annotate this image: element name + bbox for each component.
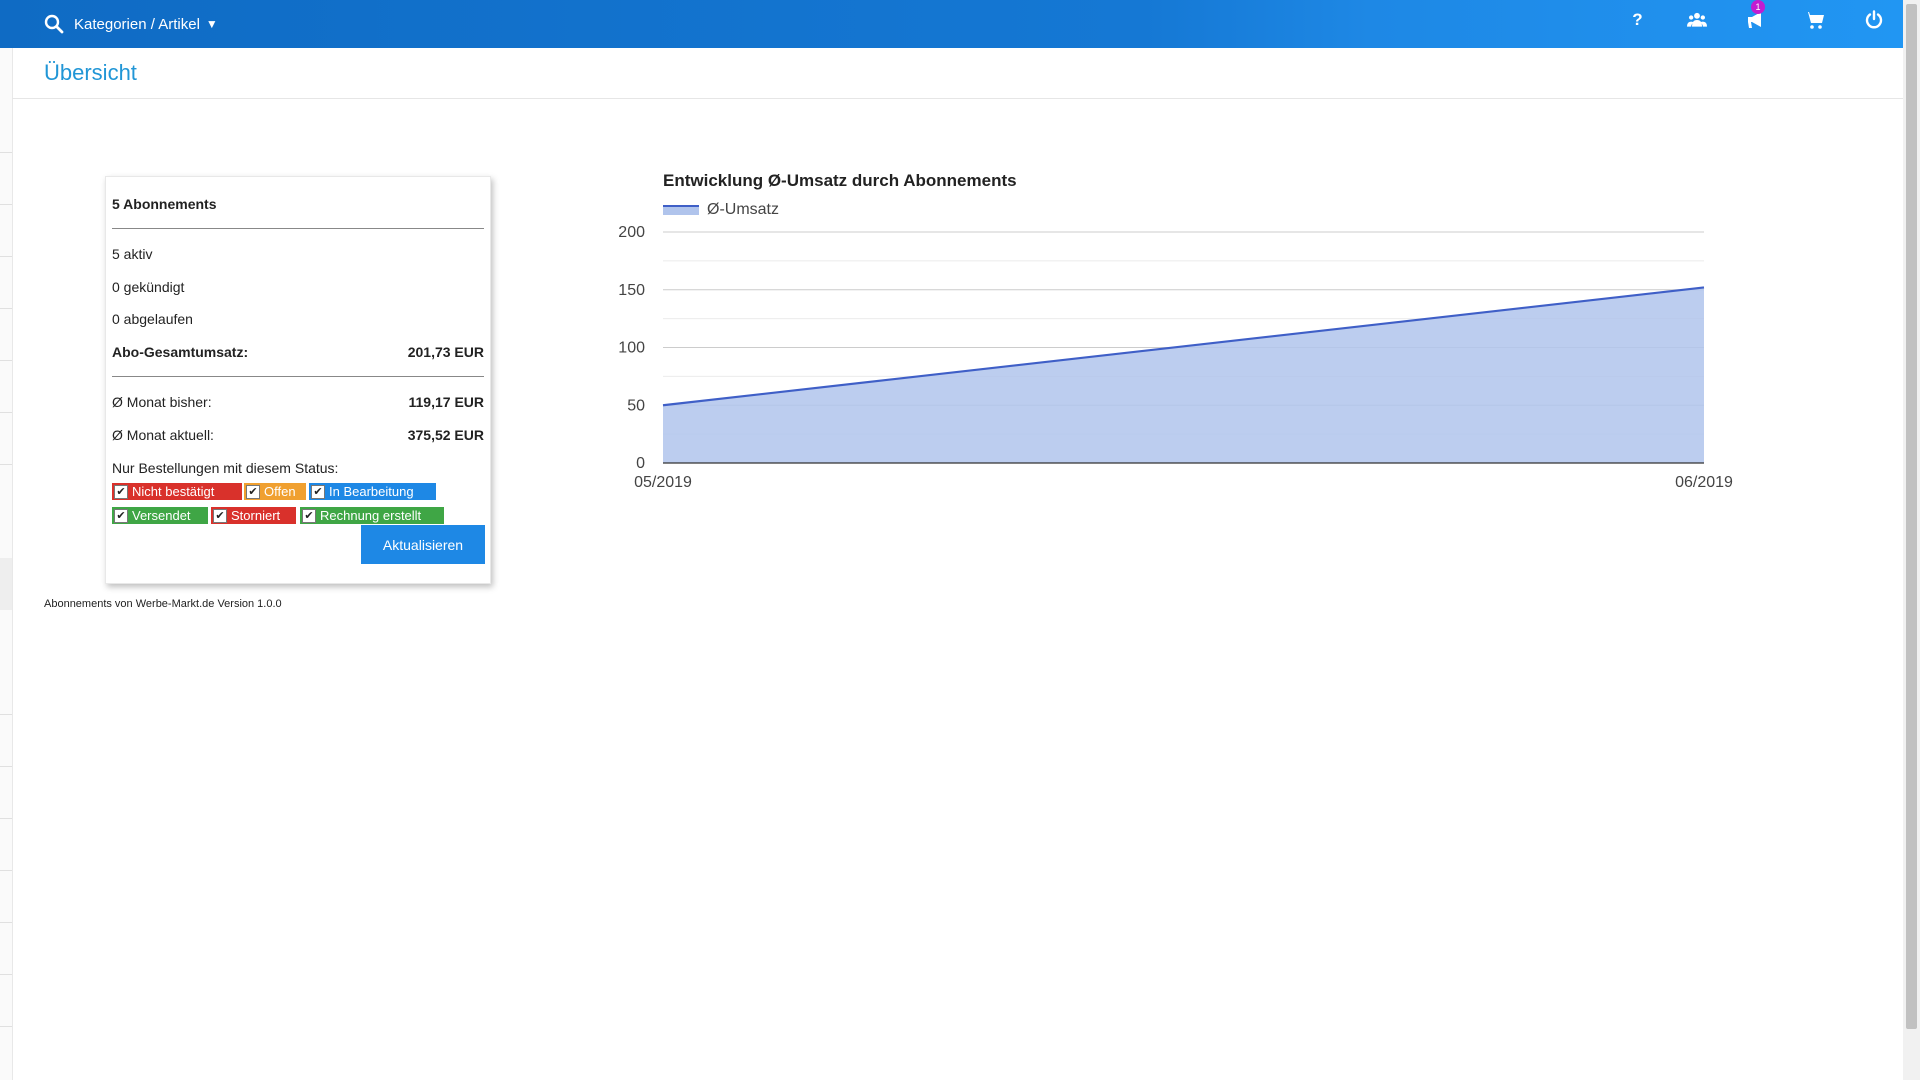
avg-current-value: 375,52 EUR bbox=[407, 427, 484, 443]
sidebar-divider bbox=[0, 308, 12, 309]
chevron-down-icon: ▼ bbox=[205, 17, 218, 31]
checkbox-checked-icon[interactable]: ✔ bbox=[302, 508, 316, 523]
card-divider bbox=[112, 376, 484, 377]
status-toggle-rechnung-erstellt[interactable]: ✔ Rechnung erstellt bbox=[300, 507, 444, 524]
update-button[interactable]: Aktualisieren bbox=[361, 525, 485, 564]
sidebar-divider bbox=[0, 204, 12, 205]
status-toggle-nicht-bestaetigt[interactable]: ✔ Nicht bestätigt bbox=[112, 483, 242, 500]
power-icon bbox=[1865, 10, 1882, 29]
status-label: Nicht bestätigt bbox=[132, 484, 215, 499]
cart-button[interactable] bbox=[1785, 0, 1844, 40]
avg-past-label: Ø Monat bisher: bbox=[112, 394, 212, 410]
checkbox-checked-icon[interactable]: ✔ bbox=[311, 484, 325, 499]
title-divider bbox=[12, 98, 1903, 99]
sidebar-divider bbox=[0, 152, 12, 153]
total-revenue-row: Abo-Gesamtumsatz: 201,73 EUR bbox=[112, 344, 484, 360]
status-toggle-in-bearbeitung[interactable]: ✔ In Bearbeitung bbox=[309, 483, 436, 500]
cancelled-count: 0 gekündigt bbox=[112, 279, 185, 295]
sidebar-divider bbox=[0, 714, 12, 715]
sidebar-divider bbox=[0, 412, 12, 413]
sidebar-divider bbox=[0, 766, 12, 767]
notifications-button[interactable]: 1 bbox=[1726, 0, 1785, 40]
y-tick-label: 50 bbox=[627, 397, 645, 414]
sidebar-divider bbox=[0, 360, 12, 361]
sidebar-divider bbox=[0, 818, 12, 819]
subscription-count-row: 5 Abonnements bbox=[112, 196, 484, 212]
checkbox-checked-icon[interactable]: ✔ bbox=[246, 484, 260, 499]
total-revenue-value: 201,73 EUR bbox=[407, 344, 484, 360]
total-revenue-label: Abo-Gesamtumsatz: bbox=[112, 344, 249, 360]
legend-swatch bbox=[663, 205, 699, 215]
sidebar-divider bbox=[0, 922, 12, 923]
page-scrollbar[interactable] bbox=[1903, 0, 1920, 1080]
x-tick-label: 06/2019 bbox=[1675, 474, 1733, 491]
page-title: Übersicht bbox=[44, 60, 137, 85]
notification-badge: 1 bbox=[1751, 0, 1765, 14]
card-divider bbox=[112, 228, 484, 229]
status-toggle-offen[interactable]: ✔ Offen bbox=[244, 483, 306, 500]
y-tick-label: 100 bbox=[618, 340, 645, 357]
checkbox-checked-icon[interactable]: ✔ bbox=[114, 484, 128, 499]
active-row: 5 aktiv bbox=[112, 246, 484, 262]
area-chart: 0 50 100 150 200 05/2019 06/2019 bbox=[618, 224, 1733, 491]
plugin-version-text: Abonnements von Werbe-Markt.de Version 1… bbox=[44, 598, 282, 610]
sidebar-divider bbox=[0, 1026, 12, 1027]
status-label: In Bearbeitung bbox=[329, 484, 414, 499]
status-toggle-storniert[interactable]: ✔ Storniert bbox=[211, 507, 296, 524]
status-label: Offen bbox=[264, 484, 296, 499]
users-icon bbox=[1686, 12, 1707, 27]
scrollbar-thumb[interactable] bbox=[1906, 4, 1917, 1029]
search-icon bbox=[44, 14, 64, 34]
checkbox-checked-icon[interactable]: ✔ bbox=[213, 508, 227, 523]
subscription-count: 5 Abonnements bbox=[112, 196, 217, 212]
sidebar-divider bbox=[0, 256, 12, 257]
top-icon-bar: ? 1 bbox=[1608, 0, 1903, 40]
category-article-search[interactable]: Kategorien / Artikel ▼ bbox=[44, 10, 218, 38]
help-icon: ? bbox=[1632, 10, 1643, 29]
status-label: Storniert bbox=[231, 508, 281, 523]
sidebar-divider bbox=[0, 974, 12, 975]
search-label: Kategorien / Artikel bbox=[74, 15, 200, 33]
series-area bbox=[663, 287, 1704, 463]
logout-button[interactable] bbox=[1844, 0, 1903, 40]
sidebar-divider bbox=[0, 464, 12, 465]
avg-current-label: Ø Monat aktuell: bbox=[112, 427, 214, 443]
expired-row: 0 abgelaufen bbox=[112, 311, 484, 327]
subscription-stats-card: 5 Abonnements 5 aktiv 0 gekündigt 0 abge… bbox=[105, 176, 491, 584]
chart-title: Entwicklung Ø-Umsatz durch Abonnements bbox=[663, 171, 1017, 190]
y-tick-label: 0 bbox=[636, 455, 645, 472]
x-tick-label: 05/2019 bbox=[634, 474, 692, 491]
checkbox-checked-icon[interactable]: ✔ bbox=[114, 508, 128, 523]
users-button[interactable] bbox=[1667, 0, 1726, 40]
avg-past-row: Ø Monat bisher: 119,17 EUR bbox=[112, 394, 484, 410]
top-navbar: Kategorien / Artikel ▼ ? 1 bbox=[0, 0, 1903, 48]
y-tick-label: 200 bbox=[618, 224, 645, 241]
status-label: Versendet bbox=[132, 508, 191, 523]
help-button[interactable]: ? bbox=[1608, 0, 1667, 40]
status-label: Rechnung erstellt bbox=[320, 508, 422, 523]
expired-count: 0 abgelaufen bbox=[112, 311, 193, 327]
cart-icon bbox=[1805, 12, 1824, 29]
status-filter-label: Nur Bestellungen mit diesem Status: bbox=[112, 460, 339, 476]
status-toggle-versendet[interactable]: ✔ Versendet bbox=[112, 507, 208, 524]
avg-current-row: Ø Monat aktuell: 375,52 EUR bbox=[112, 427, 484, 443]
cancelled-row: 0 gekündigt bbox=[112, 279, 484, 295]
avg-past-value: 119,17 EUR bbox=[408, 394, 485, 410]
sidebar-divider bbox=[0, 870, 12, 871]
y-tick-label: 150 bbox=[618, 282, 645, 299]
sidebar-selected-item bbox=[0, 558, 12, 610]
active-count: 5 aktiv bbox=[112, 246, 153, 262]
sidebar-strip[interactable] bbox=[0, 48, 13, 1080]
